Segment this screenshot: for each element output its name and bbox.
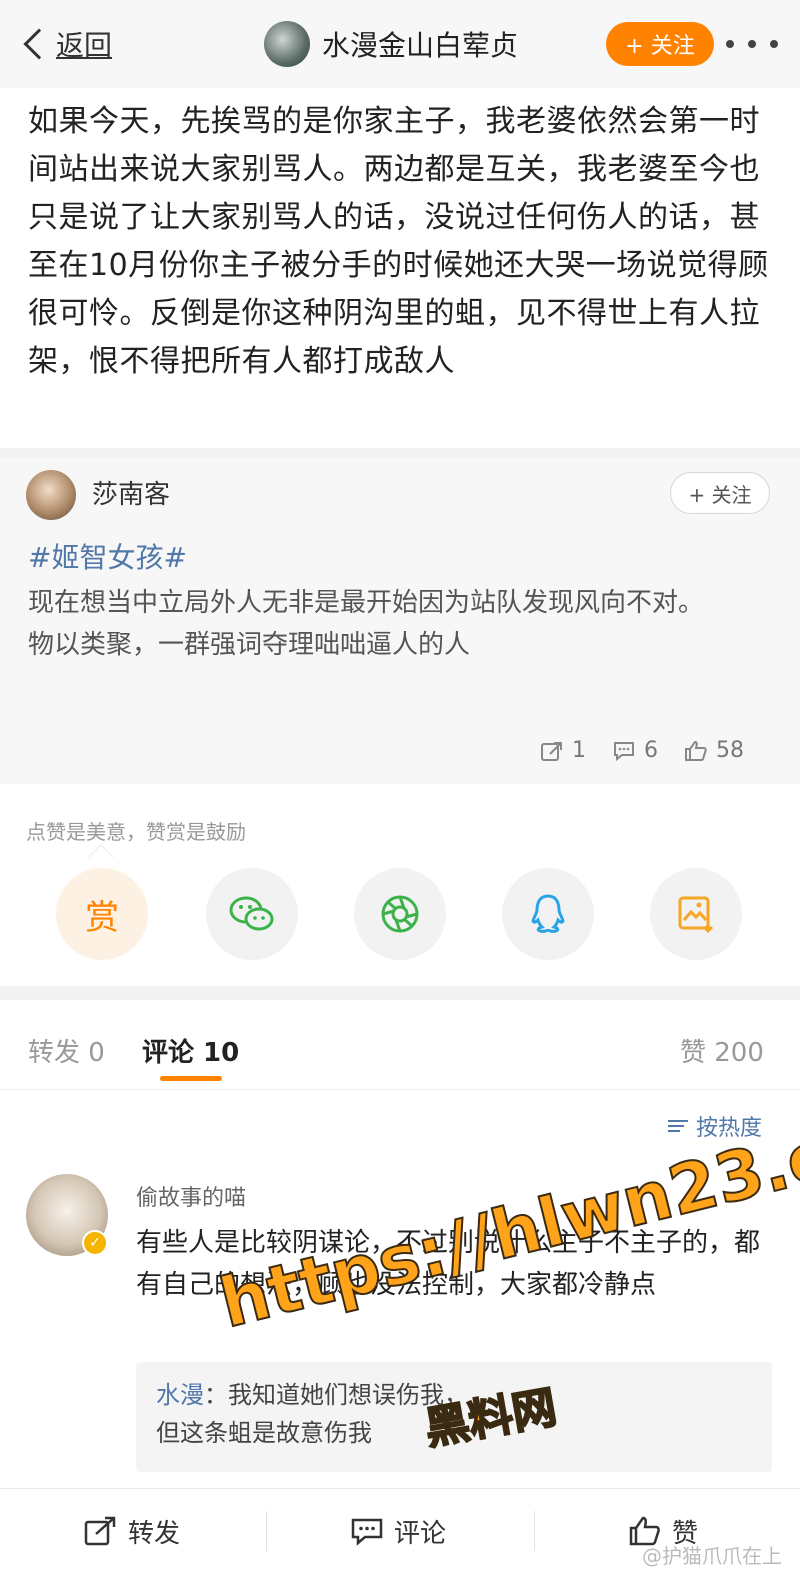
more-dot-icon [770,40,778,48]
source-credit: @护猫爪爪在上 [642,1544,782,1568]
topic-link[interactable]: #姬智女孩# [28,536,187,576]
chevron-left-icon [23,28,55,60]
divider [266,1511,267,1551]
qq-icon [531,894,565,933]
repost-label: 转发 [128,1518,181,1549]
header-user[interactable]: 水漫金山白荤贞 [264,20,518,68]
more-dot-icon [748,40,756,48]
sort-icon [668,1120,688,1132]
moments-icon [381,895,419,933]
repost-button[interactable]: 转发 [84,1489,180,1572]
follow-button[interactable]: + 关注 [606,22,714,66]
weibo-post-page: 返回 水漫金山白荤贞 + 关注 如果今天，先挨骂的是你家主子，我老婆依然会第一时… [0,0,800,1572]
reward-note: 点赞是美意，赞赏是鼓励 [26,820,246,844]
share-wechat-button[interactable] [206,868,298,960]
share-qq-button[interactable] [502,868,594,960]
verified-badge-icon: ✓ [82,1230,108,1256]
divider [0,448,800,458]
repost-follow-button[interactable]: + 关注 [670,472,770,514]
tab-likes[interactable]: 赞 200 [680,1032,764,1069]
comment-icon [614,741,634,761]
back-label: 返回 [56,29,113,62]
wechat-icon [229,896,274,931]
thumbs-up-icon [685,740,707,761]
back-button[interactable]: 返回 [18,22,112,66]
save-image-button[interactable] [650,868,742,960]
share-row: 赏 [0,868,800,968]
divider [0,986,800,1000]
repost-text: 现在想当中立局外人无非是最开始因为站队发现风向不对。 物以类聚，一群强词夺理咄咄… [28,582,768,666]
post-text: 如果今天，先挨骂的是你家主子，我老婆依然会第一时间站出来说大家别骂人。两边都是互… [28,104,769,379]
comment-count-button[interactable]: 6 [612,738,658,763]
comment-user-name[interactable]: 偷故事的喵 [136,1180,246,1212]
repost-user-name[interactable]: 莎南客 [92,474,170,511]
comment-count: 6 [644,738,658,763]
repost-count-button[interactable]: 1 [540,738,586,763]
reward-button[interactable]: 赏 [56,868,148,960]
share-out-icon [84,1516,116,1546]
comment-button[interactable]: 评论 [350,1489,446,1572]
repost-actions: 1 6 58 [540,738,744,763]
share-out-icon [541,741,562,761]
repost-text-line: 现在想当中立局外人无非是最开始因为站队发现风向不对。 [28,588,705,618]
like-count: 58 [716,738,744,763]
header-user-name[interactable]: 水漫金山白荤贞 [322,24,518,64]
tab-reposts[interactable]: 转发 0 [28,1032,105,1069]
avatar[interactable] [26,470,76,520]
repost-count: 1 [572,738,586,763]
more-dot-icon [726,40,734,48]
top-nav-bar: 返回 水漫金山白荤贞 + 关注 [0,0,800,88]
more-button[interactable] [726,26,778,62]
interaction-tabs: 转发 0 评论 10 赞 200 [0,1000,800,1090]
reward-label: 赏 [85,897,119,938]
share-moments-button[interactable] [354,868,446,960]
comment-icon [351,1518,383,1546]
avatar[interactable] [264,21,310,67]
repost-text-line: 物以类聚，一群强词夺理咄咄逼人的人 [28,630,471,660]
comment-label: 评论 [394,1518,447,1549]
tab-comments[interactable]: 评论 10 [142,1032,239,1069]
reply-user-name[interactable]: 水漫 [156,1381,204,1409]
tooltip-caret [88,844,114,870]
active-tab-indicator [160,1076,222,1081]
like-count-button[interactable]: 58 [684,738,744,763]
save-image-icon [678,896,714,934]
divider [534,1511,535,1551]
